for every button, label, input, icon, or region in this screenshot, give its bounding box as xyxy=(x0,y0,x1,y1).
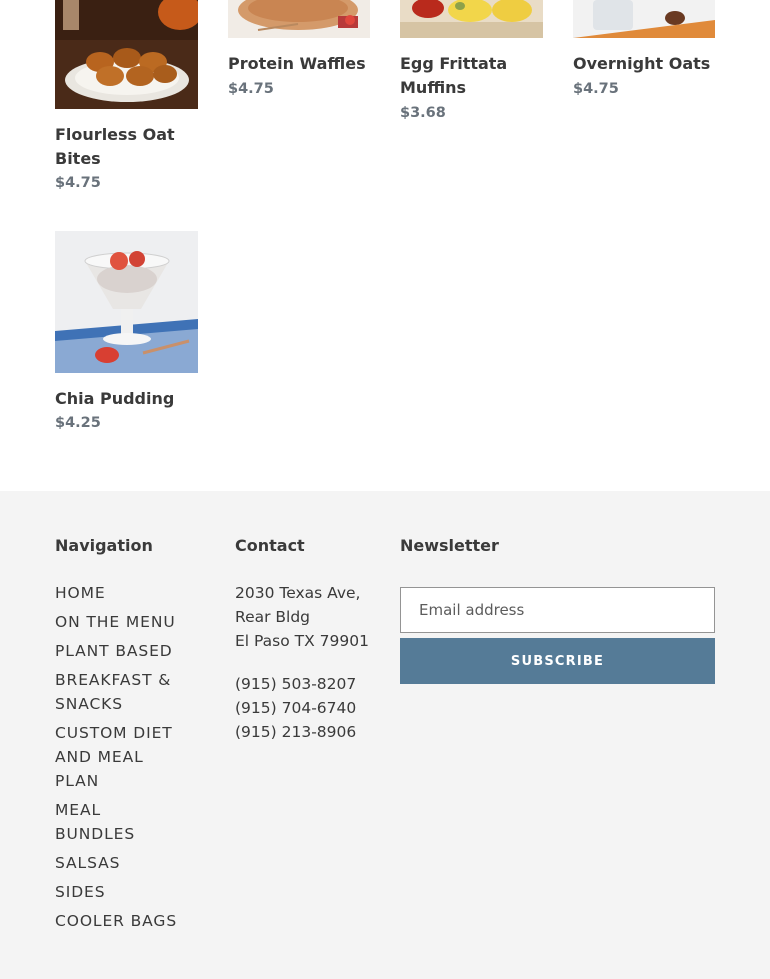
footer-nav-custom-diet[interactable]: CUSTOM DIET AND MEAL PLAN xyxy=(55,721,185,793)
product-card-oat-bites[interactable]: Flourless Oat Bites $4.75 xyxy=(55,0,198,200)
frittata-image[interactable] xyxy=(400,0,543,38)
product-card-overnight-oats[interactable]: Overnight Oats $4.75 xyxy=(573,0,716,100)
chia-pudding-image[interactable] xyxy=(55,231,198,373)
product-price: $4.75 xyxy=(55,175,101,191)
product-price: $4.75 xyxy=(573,81,619,97)
phone-link[interactable]: (915) 704-6740 xyxy=(235,696,356,720)
product-title[interactable]: Egg Frittata Muffins xyxy=(400,52,550,100)
footer-nav-breakfast-snacks[interactable]: BREAKFAST & SNACKS xyxy=(55,668,185,716)
product-price: $3.68 xyxy=(400,105,446,121)
newsletter-heading: Newsletter xyxy=(400,536,499,555)
phone-link[interactable]: (915) 213-8906 xyxy=(235,720,356,744)
product-card-chia-pudding[interactable]: Chia Pudding $4.25 xyxy=(55,231,198,441)
navigation-heading: Navigation xyxy=(55,536,153,555)
product-title[interactable]: Chia Pudding xyxy=(55,387,215,411)
address-line: El Paso TX 79901 xyxy=(235,632,369,650)
product-price: $4.25 xyxy=(55,415,101,431)
product-price: $4.75 xyxy=(228,81,274,97)
oat-bites-image[interactable] xyxy=(55,0,198,109)
product-grid: Flourless Oat Bites $4.75 Protein Waffle… xyxy=(0,0,770,491)
footer-nav-sides[interactable]: SIDES xyxy=(55,880,185,904)
newsletter-email-input[interactable] xyxy=(400,587,715,633)
product-card-protein-waffles[interactable]: Protein Waffles $4.75 xyxy=(228,0,371,100)
product-card-egg-frittata[interactable]: Egg Frittata Muffins $3.68 xyxy=(400,0,543,125)
footer-nav-on-the-menu[interactable]: ON THE MENU xyxy=(55,610,185,634)
address-line: Rear Bldg xyxy=(235,608,311,626)
contact-heading: Contact xyxy=(235,536,305,555)
footer-nav-cooler-bags[interactable]: COOLER BAGS xyxy=(55,909,185,933)
phone-link[interactable]: (915) 503-8207 xyxy=(235,672,356,696)
product-title[interactable]: Overnight Oats xyxy=(573,52,733,76)
footer-nav-home[interactable]: HOME xyxy=(55,581,185,605)
overnight-oats-image[interactable] xyxy=(573,0,716,38)
footer-nav-salsas[interactable]: SALSAS xyxy=(55,851,185,875)
site-footer: Navigation HOME ON THE MENU PLANT BASED … xyxy=(0,491,770,979)
subscribe-button[interactable]: SUBSCRIBE xyxy=(400,638,715,684)
footer-nav-meal-bundles[interactable]: MEAL BUNDLES xyxy=(55,798,185,846)
address-line: 2030 Texas Ave, xyxy=(235,584,361,602)
product-title[interactable]: Flourless Oat Bites xyxy=(55,123,215,171)
product-title[interactable]: Protein Waffles xyxy=(228,52,388,76)
waffles-image[interactable] xyxy=(228,0,371,38)
footer-nav-plant-based[interactable]: PLANT BASED xyxy=(55,639,185,663)
